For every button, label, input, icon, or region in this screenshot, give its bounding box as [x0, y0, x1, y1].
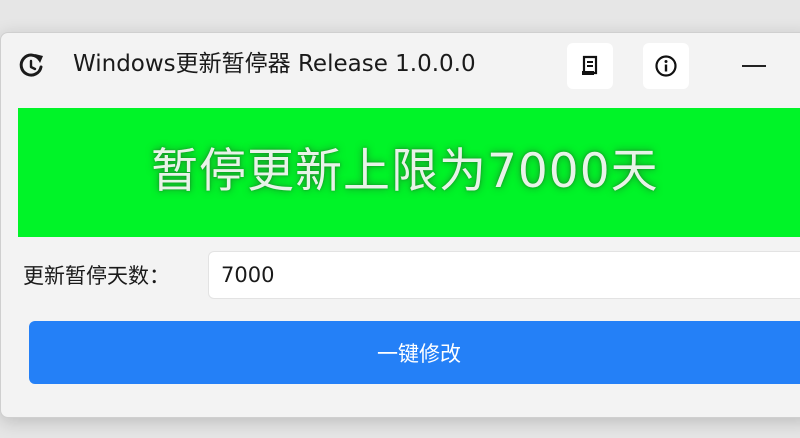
minimize-icon [742, 65, 766, 67]
banner-text: 暂停更新上限为7000天 [151, 144, 659, 199]
days-input[interactable] [208, 251, 800, 299]
apply-button[interactable]: 一键修改 [29, 321, 800, 384]
days-label: 更新暂停天数： [23, 264, 170, 288]
app-window: Windows更新暂停器 Release 1.0.0.0 暂停更新上限为7000… [0, 32, 800, 418]
title-bar: Windows更新暂停器 Release 1.0.0.0 [1, 33, 800, 97]
document-button[interactable] [567, 43, 613, 89]
about-button[interactable] [643, 43, 689, 89]
info-icon [655, 55, 677, 77]
refresh-clock-icon [19, 53, 43, 77]
document-icon [582, 55, 598, 75]
status-banner: 暂停更新上限为7000天 [18, 108, 800, 237]
window-title: Windows更新暂停器 Release 1.0.0.0 [73, 51, 476, 77]
minimize-button[interactable] [729, 43, 779, 89]
